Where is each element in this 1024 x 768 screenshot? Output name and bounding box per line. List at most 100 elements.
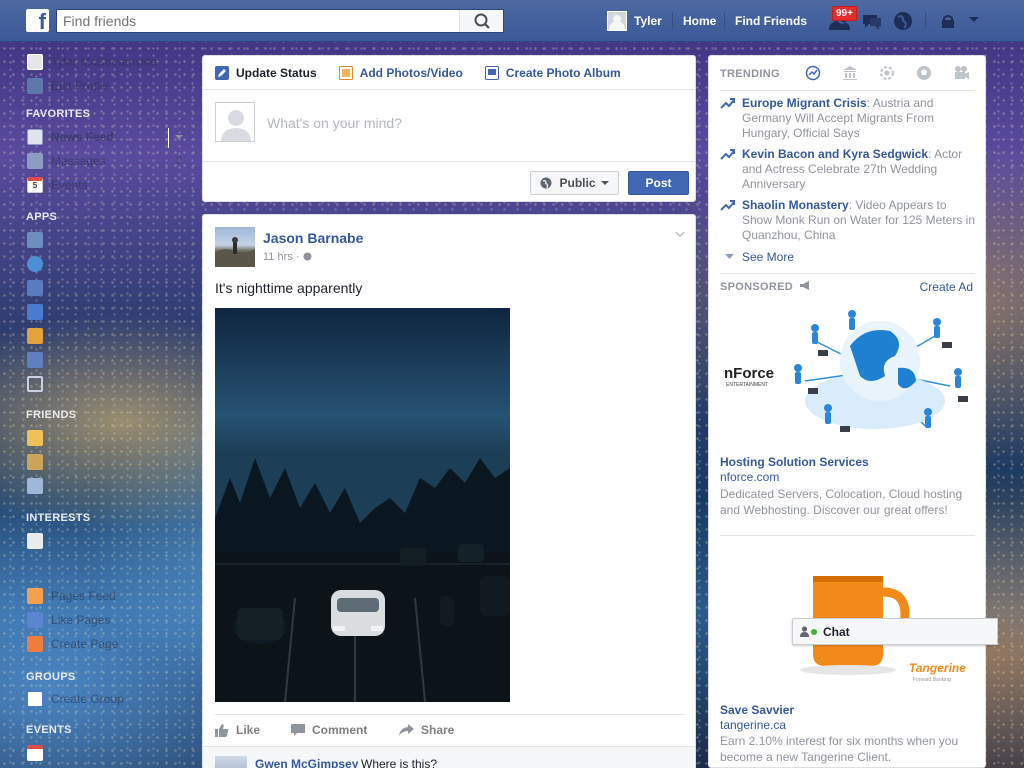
sidebar-app-item[interactable] (27, 375, 51, 393)
nforce-logo-sub: ENTERTAINMENT (726, 382, 768, 388)
sidebar-item-label: News Feed (51, 130, 114, 144)
like-label: Like (236, 723, 261, 737)
pages-feed-icon (27, 588, 43, 604)
create-group-icon (27, 691, 43, 707)
sidebar-friends-item[interactable] (27, 429, 51, 447)
notification-badge: 99+ (832, 6, 857, 21)
nav-home-link[interactable]: Home (683, 14, 716, 28)
sidebar-item-news-feed[interactable]: News Feed (27, 128, 114, 146)
trending-science-icon[interactable] (879, 65, 895, 81)
sidebar-edit-profile[interactable]: Edit Profile (27, 77, 109, 95)
sidebar-app-item[interactable] (27, 351, 51, 369)
see-more-link[interactable]: See More (725, 250, 794, 264)
post-button[interactable]: Post (628, 171, 689, 195)
account-menu-chevron-icon[interactable] (968, 16, 980, 24)
post-text: It's nighttime apparently (215, 280, 363, 296)
right-sidebar: TRENDING Europe Migrant Crisis: Austria … (708, 55, 986, 768)
sidebar-app-item[interactable] (27, 231, 51, 249)
sidebar-favorites-heading: FAVORITES (26, 108, 91, 120)
sidebar-app-item[interactable] (27, 279, 51, 297)
ad-domain[interactable]: tangerine.ca (720, 718, 786, 732)
sidebar-app-item[interactable] (27, 303, 51, 321)
comment-label: Comment (312, 723, 368, 737)
post-options-chevron-icon[interactable] (675, 229, 685, 239)
tab-create-album[interactable]: Create Photo Album (484, 65, 621, 80)
trending-title: Shaolin Monastery (742, 198, 849, 212)
tab-add-photos[interactable]: Add Photos/Video (338, 65, 463, 80)
ad-domain[interactable]: nforce.com (720, 470, 779, 484)
trending-item[interactable]: Europe Migrant Crisis: Austria and Germa… (720, 96, 976, 141)
trending-item[interactable]: Kevin Bacon and Kyra Sedgwick: Actor and… (720, 147, 976, 192)
sponsored-divider (720, 273, 975, 274)
trending-entertainment-icon[interactable] (953, 65, 969, 81)
ad-divider (720, 535, 975, 536)
app-icon (27, 256, 43, 272)
ad-title[interactable]: Save Savvier (720, 703, 794, 717)
ad-title[interactable]: Hosting Solution Services (720, 455, 869, 469)
globe-notifications-icon[interactable] (893, 11, 913, 31)
sidebar-item-events[interactable]: 5 Events (27, 176, 88, 194)
trending-item[interactable]: Shaolin Monastery: Video Appears to Show… (720, 198, 976, 243)
globe-icon (540, 177, 552, 189)
sidebar-interests-item[interactable] (27, 532, 51, 550)
nav-find-friends-link[interactable]: Find Friends (735, 14, 807, 28)
trending-sports-icon[interactable] (916, 65, 932, 81)
comment-author-name[interactable]: Gwen McGimpsey (255, 757, 358, 768)
chat-sidebar-tab[interactable]: Chat (792, 618, 998, 645)
sidebar-item-messages[interactable]: Messages (27, 152, 106, 170)
share-button[interactable]: Share (399, 721, 454, 739)
sidebar-item-label: Create Page (51, 637, 119, 651)
avatar[interactable] (215, 756, 247, 768)
see-more-label: See More (742, 250, 795, 264)
ad-image-hosting[interactable]: nForce ENTERTAINMENT (720, 306, 974, 442)
post-author-name[interactable]: Jason Barnabe (263, 230, 363, 246)
ad-description: Earn 2.10% interest for six months when … (720, 734, 959, 764)
like-button[interactable]: Like (215, 721, 260, 739)
tab-update-status[interactable]: Update Status (215, 65, 317, 80)
like-pages-icon (27, 612, 43, 628)
post-timestamp[interactable]: 11 hrs · (263, 251, 312, 263)
sidebar-item-label: Messages (51, 154, 106, 168)
comment-button[interactable]: Comment (291, 721, 367, 739)
sidebar-friends-item[interactable] (27, 477, 51, 495)
composer-body[interactable]: What's on your mind? (203, 90, 695, 162)
sidebar-app-item[interactable] (27, 327, 51, 345)
audience-label: Public (559, 176, 596, 190)
chat-label: Chat (823, 624, 850, 639)
tangerine-logo: Tangerine (909, 661, 966, 675)
sidebar-item-pages-feed[interactable]: Pages Feed (27, 587, 116, 605)
composer-input[interactable]: What's on your mind? (267, 115, 402, 131)
public-globe-icon (303, 252, 312, 261)
sidebar-groups-heading: GROUPS (26, 671, 76, 683)
news-feed-options-chevron-icon[interactable] (175, 135, 183, 140)
sidebar-profile[interactable]: Tyler McStreamside (27, 53, 157, 71)
trending-politics-icon[interactable] (842, 65, 858, 81)
post-photo[interactable] (215, 308, 510, 702)
sidebar-item-create-page[interactable]: Create Page (27, 635, 118, 653)
trending-top-icon[interactable] (805, 65, 821, 81)
nav-profile-link[interactable]: Tyler (607, 10, 662, 32)
sidebar-friends-heading: FRIENDS (26, 409, 77, 421)
facebook-logo[interactable]: f (26, 9, 49, 32)
create-ad-link[interactable]: Create Ad (920, 280, 973, 294)
feed-post: Jason Barnabe 11 hrs · It's nighttime ap… (202, 214, 696, 768)
avatar[interactable] (215, 227, 255, 267)
avatar (215, 102, 255, 142)
sidebar-app-item[interactable] (27, 255, 51, 273)
search-button[interactable] (459, 10, 503, 32)
sidebar-item-label: Pages Feed (51, 589, 116, 603)
sidebar-item-like-pages[interactable]: Like Pages (27, 611, 110, 629)
sidebar-item-create-group[interactable]: Create Group (27, 690, 124, 708)
album-icon (484, 65, 499, 80)
privacy-shortcuts-icon[interactable] (940, 14, 956, 28)
comments-section: Gwen McGimpsey Where is this? (203, 746, 695, 768)
sidebar-events-item[interactable] (27, 744, 51, 762)
messages-icon[interactable] (861, 12, 883, 32)
avatar (607, 11, 627, 31)
nav-divider (672, 12, 673, 30)
friend-list-icon (27, 430, 43, 446)
audience-selector[interactable]: Public (530, 171, 619, 195)
search-input[interactable] (57, 10, 457, 32)
sidebar-profile-name: Tyler McStreamside (51, 55, 158, 69)
sidebar-friends-item[interactable] (27, 453, 51, 471)
